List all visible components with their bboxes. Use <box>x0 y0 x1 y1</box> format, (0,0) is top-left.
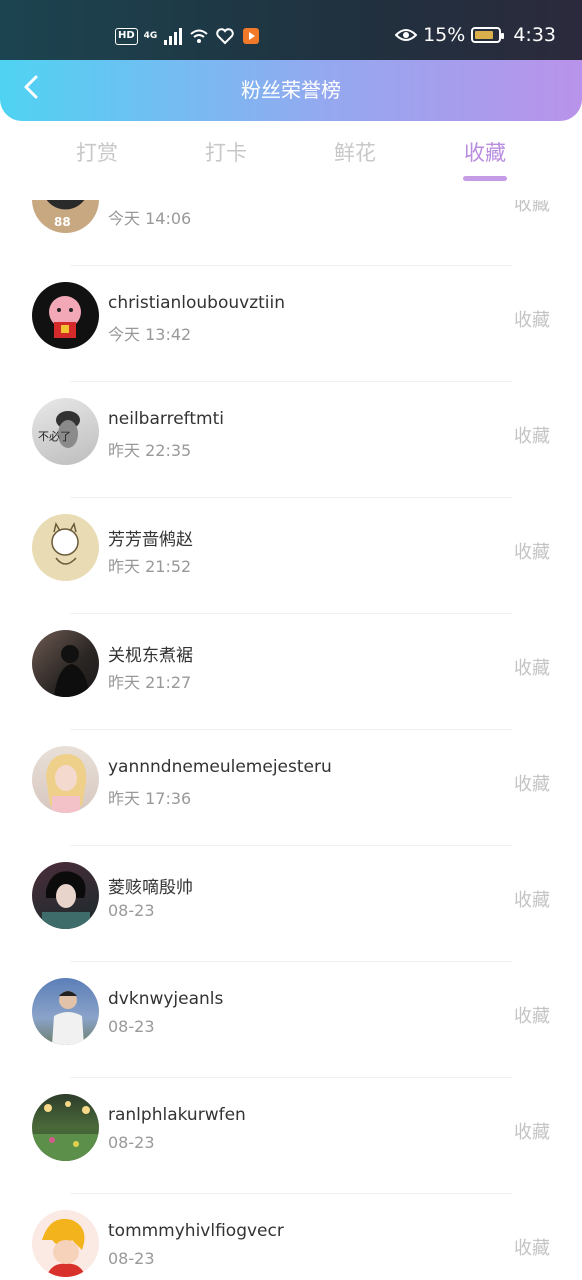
user-name: dvknwyjeanls <box>108 989 224 1009</box>
avatar[interactable]: 不必了 <box>32 398 99 465</box>
favorite-label: 收藏 <box>514 890 550 911</box>
favorite-label: 收藏 <box>514 1238 550 1259</box>
favorite-label: 收藏 <box>514 200 550 215</box>
hd-icon: HD <box>115 27 138 45</box>
time-label: 08-23 <box>108 1133 155 1152</box>
time-label: 08-23 <box>108 1017 155 1036</box>
user-name: 芳芳啬鸺赵 <box>108 530 193 550</box>
svg-text:88: 88 <box>54 215 71 229</box>
time-label: 昨天 21:27 <box>108 673 192 692</box>
avatar[interactable] <box>32 978 99 1045</box>
list-item[interactable]: 关枧东煮裾 昨天 21:27 收藏 <box>0 614 582 730</box>
time-label: 昨天 17:36 <box>108 789 192 808</box>
favorite-label: 收藏 <box>514 1006 550 1027</box>
tab-flowers[interactable]: 鲜花 <box>315 137 395 167</box>
time-label: 今天 13:42 <box>108 325 192 344</box>
avatar[interactable] <box>32 282 99 349</box>
fan-list[interactable]: 88 今天 14:06 收藏 christianloubouvztiin 今天 … <box>0 200 582 1280</box>
avatar[interactable] <box>32 1094 99 1161</box>
user-name: 关枧东煮裾 <box>108 646 193 666</box>
clock: 4:33 <box>513 24 556 46</box>
network-label: 4G <box>143 30 158 41</box>
favorite-label: 收藏 <box>514 426 550 447</box>
favorite-label: 收藏 <box>514 658 550 679</box>
favorite-label: 收藏 <box>514 1122 550 1143</box>
signal-icon <box>164 28 183 45</box>
time-label: 今天 14:06 <box>108 209 192 228</box>
wifi-icon <box>190 29 208 43</box>
user-name: ranlphlakurwfen <box>108 1105 246 1125</box>
status-bar: HD 4G 15% 4:33 <box>0 0 582 60</box>
user-name: neilbarreftmti <box>108 409 224 429</box>
tab-reward[interactable]: 打赏 <box>57 137 137 167</box>
list-item[interactable]: 88 今天 14:06 收藏 <box>0 200 582 266</box>
user-name: tommmyhivlfiogvecr <box>108 1221 284 1241</box>
list-item[interactable]: 菱赅嘀殷帅 08-23 收藏 <box>0 846 582 962</box>
list-item[interactable]: christianloubouvztiin 今天 13:42 收藏 <box>0 266 582 382</box>
time-label: 08-23 <box>108 1249 155 1268</box>
list-item[interactable]: 不必了 neilbarreftmti 昨天 22:35 收藏 <box>0 382 582 498</box>
eye-icon <box>395 29 418 41</box>
heart-icon <box>216 28 235 45</box>
header: HD 4G 15% 4:33 粉丝荣誉榜 <box>0 0 582 121</box>
user-name: christianloubouvztiin <box>108 293 286 313</box>
favorite-label: 收藏 <box>514 310 550 331</box>
status-icons-right: 15% 4:33 <box>395 24 556 46</box>
list-item[interactable]: tommmyhivlfiogvecr 08-23 收藏 <box>0 1194 582 1280</box>
play-app-icon <box>243 28 260 44</box>
avatar[interactable] <box>32 630 99 697</box>
list-item[interactable]: yannndnemeulemejesteru 昨天 17:36 收藏 <box>0 730 582 846</box>
list-item[interactable]: ranlphlakurwfen 08-23 收藏 <box>0 1078 582 1194</box>
tab-checkin[interactable]: 打卡 <box>186 137 266 167</box>
time-label: 昨天 21:52 <box>108 557 192 576</box>
avatar[interactable] <box>32 514 99 581</box>
list-item[interactable]: 芳芳啬鸺赵 昨天 21:52 收藏 <box>0 498 582 614</box>
page-title: 粉丝荣誉榜 <box>241 78 341 102</box>
svg-text:不必了: 不必了 <box>38 430 71 443</box>
avatar[interactable]: 88 <box>32 200 99 233</box>
list-item[interactable]: dvknwyjeanls 08-23 收藏 <box>0 962 582 1078</box>
tab-favorites[interactable]: 收藏 <box>445 137 525 167</box>
favorite-label: 收藏 <box>514 542 550 563</box>
user-name: 菱赅嘀殷帅 <box>108 878 193 898</box>
battery-percent: 15% <box>423 24 466 46</box>
favorite-label: 收藏 <box>514 774 550 795</box>
avatar[interactable] <box>32 746 99 813</box>
status-icons-left: HD 4G <box>115 26 261 46</box>
battery-icon <box>471 27 505 43</box>
avatar[interactable] <box>32 862 99 929</box>
time-label: 昨天 22:35 <box>108 441 192 460</box>
time-label: 08-23 <box>108 901 155 920</box>
user-name: yannndnemeulemejesteru <box>108 757 332 777</box>
avatar[interactable] <box>32 1210 99 1277</box>
tab-active-indicator <box>463 176 507 181</box>
